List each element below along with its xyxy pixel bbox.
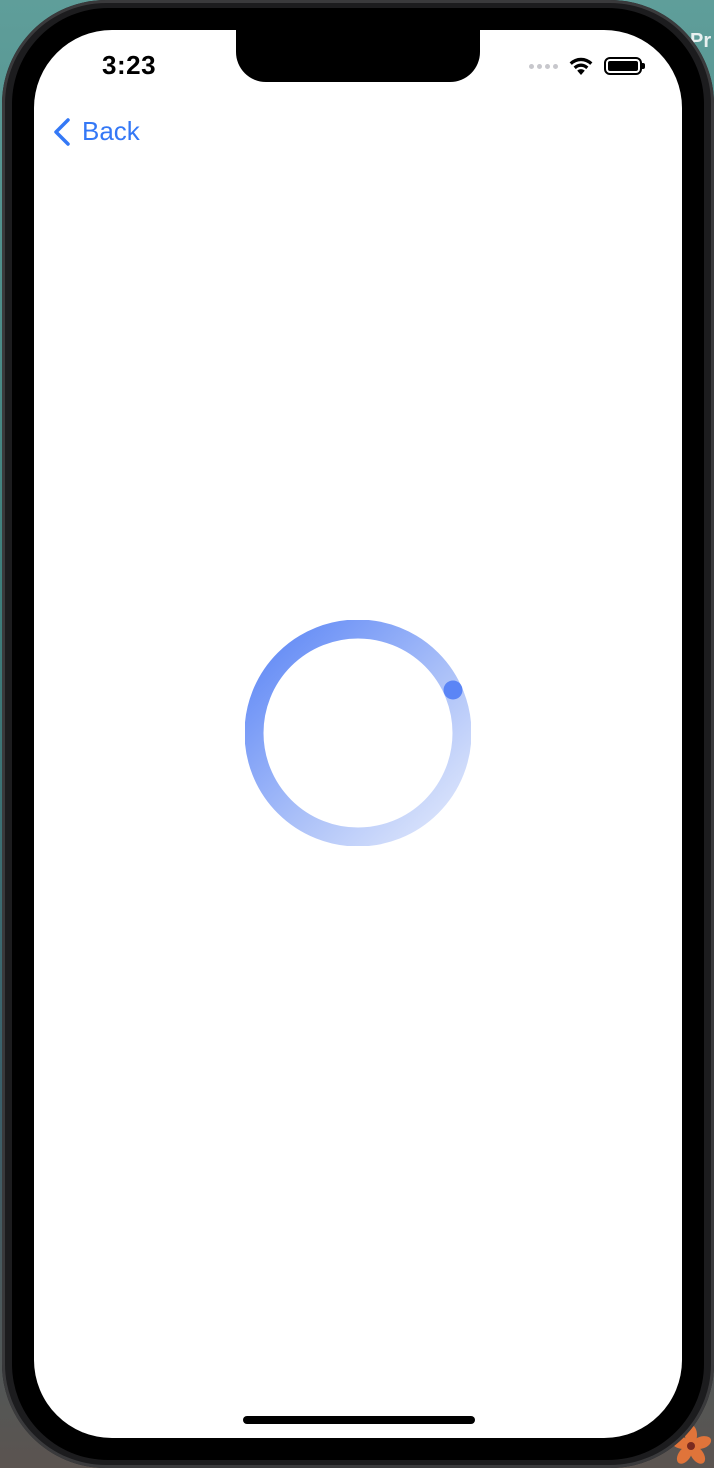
home-indicator[interactable] [243, 1416, 475, 1424]
battery-icon [604, 57, 645, 75]
cellular-signal-icon [529, 63, 558, 69]
notch [236, 30, 480, 82]
phone-screen: 3:23 Back [34, 30, 682, 1438]
battery-level [608, 61, 638, 71]
back-button[interactable]: Back [52, 116, 140, 147]
loading-spinner [245, 620, 471, 846]
status-icons [529, 56, 645, 76]
status-time: 3:23 [102, 50, 157, 80]
back-button-label: Back [82, 116, 140, 146]
wifi-icon [569, 57, 593, 75]
chevron-left-icon [54, 117, 70, 146]
spinner-head-cap [443, 680, 463, 700]
